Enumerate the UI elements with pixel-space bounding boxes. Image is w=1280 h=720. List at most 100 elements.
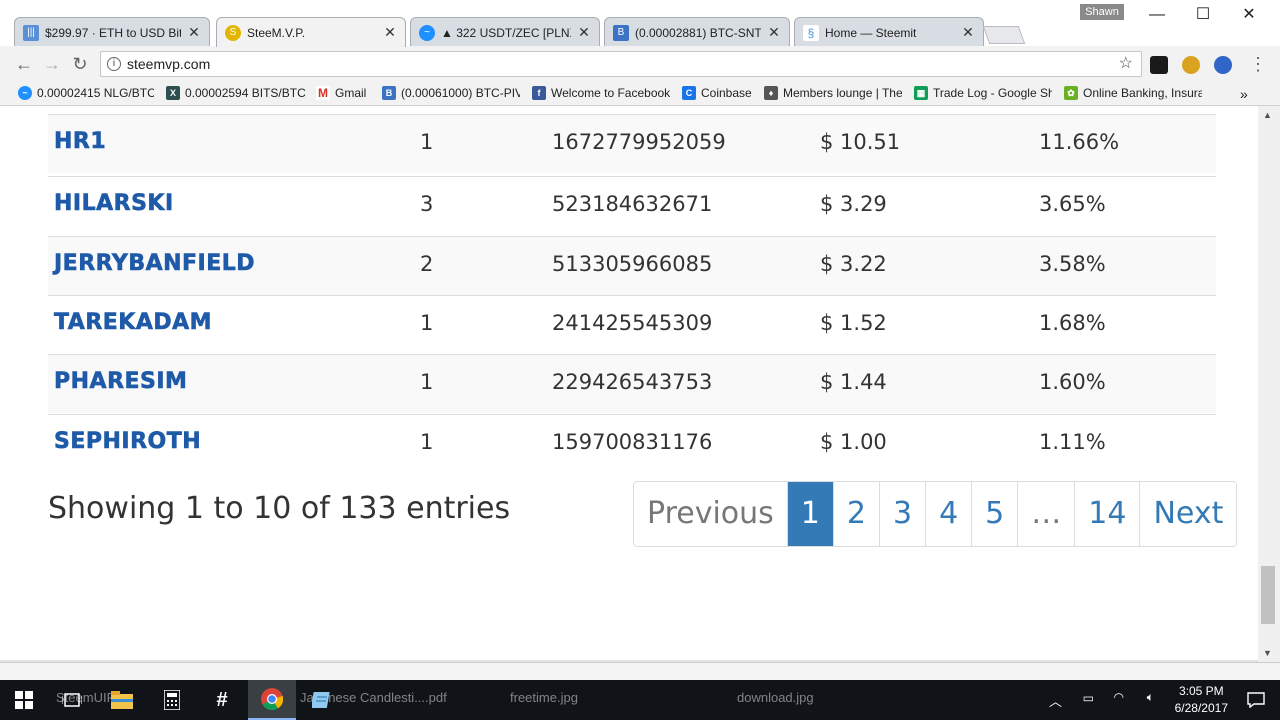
bookmark-facebook[interactable]: f Welcome to Facebook [532, 86, 670, 100]
bittrex-icon: B [613, 24, 629, 41]
scroll-up-arrow-icon[interactable]: ▲ [1263, 110, 1272, 120]
voter-name-link[interactable]: TAREKADAM [54, 310, 212, 336]
coin-extension-icon[interactable] [1182, 56, 1200, 74]
vote-count: 1 [420, 370, 434, 394]
pagination-page-3[interactable]: 3 [878, 482, 926, 546]
vote-count: 2 [420, 252, 434, 276]
tab-btc-snt[interactable]: B (0.00002881) BTC-SNT St ✕ [604, 17, 790, 47]
tab-close-icon[interactable]: ✕ [767, 24, 781, 41]
voter-name-link[interactable]: HR1 [54, 129, 106, 155]
taskbar-clock[interactable]: 3:05 PM 6/28/2017 [1175, 683, 1228, 717]
pagination-page-14[interactable]: 14 [1074, 482, 1140, 546]
tab-title: (0.00002881) BTC-SNT St [635, 25, 761, 40]
battery-icon[interactable]: ▭ [1083, 691, 1094, 705]
voter-name-link[interactable]: HILARSKI [54, 191, 174, 217]
steem-gold-icon: S [225, 24, 241, 41]
back-arrow-icon[interactable]: ← [14, 54, 34, 74]
voter-name-link[interactable]: SEPHIROTH [54, 429, 201, 455]
more-bookmarks-chevron-icon[interactable]: » [1240, 86, 1248, 102]
action-center-icon[interactable] [1232, 680, 1280, 720]
clock-date: 6/28/2017 [1174, 701, 1228, 715]
usd-value: $ 3.22 [820, 252, 887, 276]
percent-value: 3.65% [1039, 192, 1106, 216]
bookmark-online-banking[interactable]: ✿ Online Banking, Insura [1064, 86, 1202, 100]
tradingview-icon: ~ [18, 86, 32, 100]
volume-icon[interactable]: 🔈︎ [1147, 690, 1154, 705]
tab-close-icon[interactable]: ✕ [187, 24, 201, 41]
table-row: JERRYBANFIELD 2 513305966085 $ 3.22 3.58… [48, 236, 1216, 295]
address-bar[interactable]: i steemvp.com ☆ [100, 51, 1142, 77]
pagination-page-5[interactable]: 5 [971, 482, 1018, 546]
notification-extension-icon[interactable] [1214, 56, 1232, 74]
menu-kebab-icon[interactable]: ⋮ [1248, 54, 1268, 74]
calculator-icon[interactable] [148, 680, 196, 720]
tab-eth-usd[interactable]: ||| $299.97 · ETH to USD Bit ✕ [14, 17, 210, 47]
table-row: HR1 1 1672779952059 $ 10.51 11.66% [48, 114, 1216, 173]
new-tab-button[interactable] [982, 26, 1026, 44]
show-hidden-icons-chevron-icon[interactable]: ︿ [1049, 691, 1062, 710]
table-row: HILARSKI 3 523184632671 $ 3.29 3.65% [48, 176, 1216, 235]
forward-arrow-icon[interactable]: → [42, 54, 62, 74]
bookmark-label: Online Banking, Insura [1083, 86, 1202, 100]
pagination: Previous 1 2 3 4 5 … 14 Next [633, 481, 1238, 547]
bookmark-coinbase[interactable]: C Coinbase [682, 86, 754, 100]
vests-value: 229426543753 [552, 370, 713, 394]
tab-usdt-zec[interactable]: ~ ▲ 322 USDT/ZEC [PLNX] ✕ [410, 17, 600, 47]
scroll-down-arrow-icon[interactable]: ▼ [1263, 648, 1272, 658]
scrollbar-thumb[interactable] [1261, 566, 1275, 624]
tab-close-icon[interactable]: ✕ [961, 24, 975, 41]
vests-value: 241425545309 [552, 311, 713, 335]
vote-count: 3 [420, 192, 434, 216]
pagination-page-2[interactable]: 2 [832, 482, 879, 546]
bookmark-star-icon[interactable]: ☆ [1119, 52, 1133, 76]
chrome-icon[interactable] [248, 680, 296, 720]
usd-value: $ 3.29 [820, 192, 887, 216]
notepad-icon[interactable] [298, 680, 346, 720]
close-window-icon[interactable]: ✕ [1232, 4, 1266, 26]
bookmark-label: Coinbase [701, 86, 752, 100]
tab-steemit[interactable]: § Home — Steemit ✕ [794, 17, 984, 47]
profile-button[interactable]: Shawn [1080, 4, 1124, 20]
wifi-icon[interactable]: ◠ [1114, 690, 1124, 704]
vote-count: 1 [420, 430, 434, 454]
pagination-previous-button[interactable]: Previous [634, 482, 787, 546]
extension-icon[interactable] [1150, 56, 1168, 74]
bookmark-members-lounge[interactable]: ♦ Members lounge | The [764, 86, 902, 100]
bookmark-btc-piv[interactable]: B (0.00061000) BTC-PIV [382, 86, 520, 100]
start-button[interactable] [0, 680, 48, 720]
vests-value: 523184632671 [552, 192, 713, 216]
vests-value: 159700831176 [552, 430, 713, 454]
bookmark-label: (0.00061000) BTC-PIV [401, 86, 520, 100]
bookmark-trade-log[interactable]: ▦ Trade Log - Google Sh [914, 86, 1052, 100]
bookmark-bits-btc[interactable]: X 0.00002594 BITS/BTC [166, 86, 306, 100]
percent-value: 11.66% [1039, 130, 1120, 154]
page-scrollbar[interactable]: ▲ ▼ [1258, 106, 1280, 662]
info-icon[interactable]: i [107, 57, 121, 71]
members-icon: ♦ [764, 86, 778, 100]
tradingview-icon: ~ [419, 24, 435, 41]
browser-toolbar: ← → ↻ i steemvp.com ☆ ⋮ [0, 46, 1280, 82]
reload-icon[interactable]: ↻ [70, 54, 90, 74]
slack-icon[interactable]: # [198, 680, 246, 720]
coinbase-icon: C [682, 86, 696, 100]
tab-steemvp[interactable]: S SteeM.V.P. ✕ [216, 17, 406, 47]
pagination-page-4[interactable]: 4 [925, 482, 972, 546]
download-item-3[interactable]: freetime.jpg [510, 690, 578, 705]
voter-name-link[interactable]: JERRYBANFIELD [54, 251, 255, 277]
pagination-page-1[interactable]: 1 [786, 482, 833, 546]
maximize-icon[interactable]: ☐ [1186, 4, 1220, 26]
tab-close-icon[interactable]: ✕ [383, 24, 397, 41]
bookmark-nlg-btc[interactable]: ~ 0.00002415 NLG/BTC [18, 86, 154, 100]
bookmark-gmail[interactable]: M Gmail [316, 86, 372, 100]
file-explorer-icon[interactable] [98, 680, 146, 720]
bookmark-label: 0.00002415 NLG/BTC [37, 86, 154, 100]
download-item-4[interactable]: download.jpg [737, 690, 814, 705]
voter-name-link[interactable]: PHARESIM [54, 369, 188, 395]
task-view-icon[interactable] [48, 680, 96, 720]
steemit-icon: § [803, 24, 819, 41]
usd-value: $ 1.44 [820, 370, 887, 394]
pagination-next-button[interactable]: Next [1139, 482, 1237, 546]
tab-close-icon[interactable]: ✕ [577, 24, 591, 41]
minimize-icon[interactable]: — [1140, 4, 1174, 26]
table-row: TAREKADAM 1 241425545309 $ 1.52 1.68% [48, 295, 1216, 354]
